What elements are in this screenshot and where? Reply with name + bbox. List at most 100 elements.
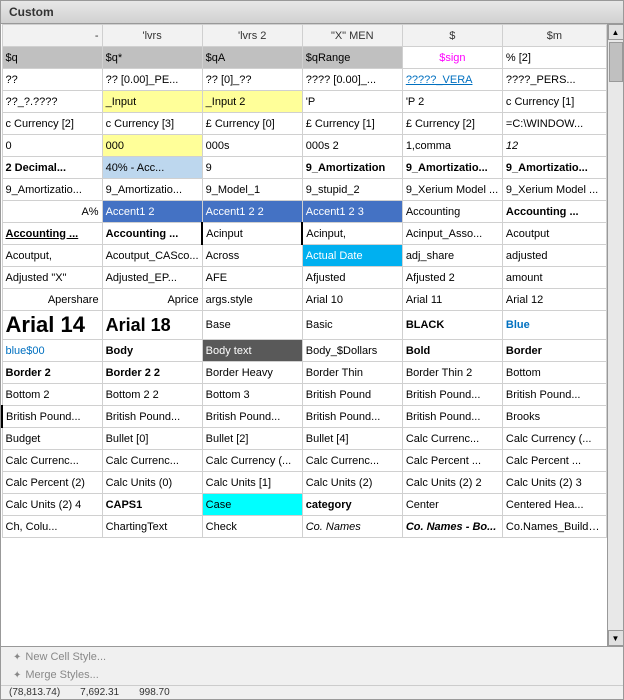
style-cell[interactable]: BLACK	[402, 311, 502, 340]
style-cell[interactable]: Budget	[2, 428, 102, 450]
style-cell[interactable]: Calc Currency (...	[202, 450, 302, 472]
style-cell[interactable]: 1,comma	[402, 135, 502, 157]
style-cell[interactable]: Aprice	[102, 289, 202, 311]
style-cell[interactable]: Adjusted "X"	[2, 267, 102, 289]
style-cell[interactable]: Calc Currenc...	[402, 428, 502, 450]
style-cell[interactable]: £ Currency [1]	[302, 113, 402, 135]
style-cell[interactable]: Bottom	[502, 362, 606, 384]
style-cell[interactable]: Centered Hea...	[502, 494, 606, 516]
style-cell[interactable]: 9_Model_1	[202, 179, 302, 201]
style-cell[interactable]: Accounting	[402, 201, 502, 223]
style-cell[interactable]: $q	[2, 47, 102, 69]
scrollbar-thumb[interactable]	[609, 42, 623, 82]
style-cell[interactable]: Acinput,	[302, 223, 402, 245]
style-cell[interactable]: British Pound...	[402, 384, 502, 406]
style-cell[interactable]: 9_Amortizatio...	[502, 157, 606, 179]
style-cell[interactable]: £ Currency [2]	[402, 113, 502, 135]
style-cell[interactable]: British Pound...	[2, 406, 102, 428]
style-cell[interactable]: blue$00	[2, 340, 102, 362]
style-cell[interactable]: ??	[2, 69, 102, 91]
style-cell[interactable]: Accent1 2	[102, 201, 202, 223]
style-cell[interactable]: ?? [0]_??	[202, 69, 302, 91]
style-cell[interactable]: ??_?.????	[2, 91, 102, 113]
style-cell[interactable]: Calc Currency (...	[502, 428, 606, 450]
style-cell[interactable]: Afjusted 2	[402, 267, 502, 289]
style-cell[interactable]: Apershare	[2, 289, 102, 311]
style-cell[interactable]: Acinput_Asso...	[402, 223, 502, 245]
new-cell-style-button[interactable]: ✦ New Cell Style...	[9, 649, 615, 665]
style-cell[interactable]: Actual Date	[302, 245, 402, 267]
style-cell[interactable]: $q*	[102, 47, 202, 69]
style-cell[interactable]: $qA	[202, 47, 302, 69]
style-cell[interactable]: Case	[202, 494, 302, 516]
style-cell[interactable]: Acoutput,	[2, 245, 102, 267]
style-cell[interactable]: ???? [0.00]_...	[302, 69, 402, 91]
style-cell[interactable]: 12	[502, 135, 606, 157]
style-cell[interactable]: ????_PERS...	[502, 69, 606, 91]
style-cell[interactable]: $sign	[402, 47, 502, 69]
style-cell[interactable]: ChartingText	[102, 516, 202, 538]
style-cell[interactable]: Calc Percent ...	[402, 450, 502, 472]
style-cell[interactable]: 000s	[202, 135, 302, 157]
style-cell[interactable]: amount	[502, 267, 606, 289]
style-cell[interactable]: $qRange	[302, 47, 402, 69]
style-cell[interactable]: Accounting ...	[102, 223, 202, 245]
style-cell[interactable]: Border Thin 2	[402, 362, 502, 384]
style-cell[interactable]: AFE	[202, 267, 302, 289]
style-cell[interactable]: Accounting ...	[2, 223, 102, 245]
style-cell[interactable]: ?? [0.00]_PE...	[102, 69, 202, 91]
style-cell[interactable]: 40% - Acc...	[102, 157, 202, 179]
style-cell[interactable]: Afjusted	[302, 267, 402, 289]
style-cell[interactable]: Co. Names - Bo...	[402, 516, 502, 538]
style-cell[interactable]: Across	[202, 245, 302, 267]
style-cell[interactable]: Accounting ...	[502, 201, 606, 223]
style-cell[interactable]: Border	[502, 340, 606, 362]
style-cell[interactable]: 'P	[302, 91, 402, 113]
style-cell[interactable]: 2 Decimal...	[2, 157, 102, 179]
style-cell[interactable]: Bottom 2	[2, 384, 102, 406]
style-cell[interactable]: Arial 12	[502, 289, 606, 311]
style-cell[interactable]: Co.Names_Buildup...	[502, 516, 606, 538]
style-cell[interactable]: Accent1 2 2	[202, 201, 302, 223]
style-cell[interactable]: 000s 2	[302, 135, 402, 157]
style-cell[interactable]: c Currency [3]	[102, 113, 202, 135]
style-cell[interactable]: Arial 14	[2, 311, 102, 340]
scroll-down-button[interactable]: ▼	[608, 630, 624, 646]
style-cell[interactable]: _Input 2	[202, 91, 302, 113]
style-cell[interactable]: British Pound...	[102, 406, 202, 428]
vertical-scrollbar[interactable]: ▲ ▼	[607, 24, 623, 646]
style-cell[interactable]: 000	[102, 135, 202, 157]
style-cell[interactable]: Border Thin	[302, 362, 402, 384]
style-cell[interactable]: Border 2	[2, 362, 102, 384]
style-cell[interactable]: Body text	[202, 340, 302, 362]
scroll-up-button[interactable]: ▲	[608, 24, 624, 40]
style-cell[interactable]: Bullet [2]	[202, 428, 302, 450]
style-cell[interactable]: =C:\WINDOW...	[502, 113, 606, 135]
style-cell[interactable]: Bottom 2 2	[102, 384, 202, 406]
style-cell[interactable]: Calc Units (0)	[102, 472, 202, 494]
style-cell[interactable]: Check	[202, 516, 302, 538]
style-cell[interactable]: Adjusted_EP...	[102, 267, 202, 289]
style-cell[interactable]: British Pound...	[202, 406, 302, 428]
style-cell[interactable]: A%	[2, 201, 102, 223]
style-cell[interactable]: Arial 18	[102, 311, 202, 340]
style-cell[interactable]: c Currency [1]	[502, 91, 606, 113]
style-cell[interactable]: British Pound...	[302, 406, 402, 428]
style-cell[interactable]: Calc Units (2)	[302, 472, 402, 494]
style-cell[interactable]: 9_Amortizatio...	[102, 179, 202, 201]
style-cell[interactable]: Calc Units [1]	[202, 472, 302, 494]
style-cell[interactable]: Acoutput	[502, 223, 606, 245]
style-cell[interactable]: Calc Currenc...	[302, 450, 402, 472]
style-cell[interactable]: _Input	[102, 91, 202, 113]
style-cell[interactable]: Co. Names	[302, 516, 402, 538]
style-cell[interactable]: Bullet [0]	[102, 428, 202, 450]
style-cell[interactable]: British Pound...	[502, 384, 606, 406]
style-cell[interactable]: adj_share	[402, 245, 502, 267]
style-cell[interactable]: 9_Amortizatio...	[2, 179, 102, 201]
style-cell[interactable]: Blue	[502, 311, 606, 340]
style-cell[interactable]: Bold	[402, 340, 502, 362]
style-cell[interactable]: % [2]	[502, 47, 606, 69]
style-cell[interactable]: £ Currency [0]	[202, 113, 302, 135]
style-cell[interactable]: Arial 11	[402, 289, 502, 311]
style-cell[interactable]: Ch, Colu...	[2, 516, 102, 538]
